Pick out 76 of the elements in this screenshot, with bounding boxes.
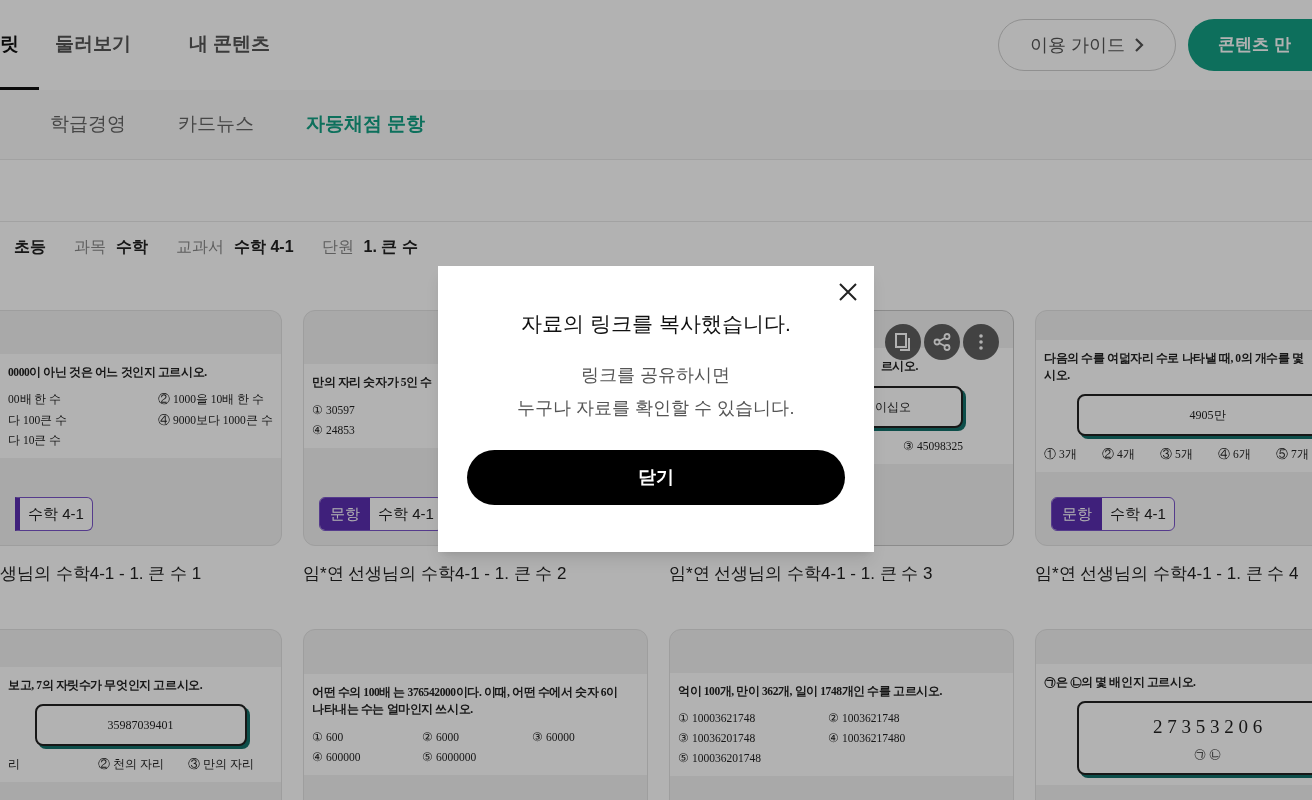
option-text: ② 4개	[1102, 447, 1135, 463]
copy-button[interactable]	[885, 324, 921, 360]
option-text: ① 30597	[312, 402, 355, 418]
filter-value: 1. 큰 수	[363, 237, 418, 257]
question-text: 나타내는 수는 얼마인지 쓰시오.	[312, 702, 473, 718]
question-text: 억이 100개, 만이 362개, 일이 1748개인 수를 고르시오.	[678, 683, 942, 699]
option-text: ④ 24853	[312, 422, 355, 438]
option-text: 다 10큰 수	[8, 432, 62, 448]
dialog-message: 누구나 자료를 확인할 수 있습니다.	[517, 396, 795, 420]
option-text: ④ 6개	[1218, 447, 1251, 463]
subject-label: 수학 4-1	[377, 503, 435, 524]
card-title[interactable]: 임*연 선생님의 수학4-1 - 1. 큰 수 4	[1035, 561, 1312, 587]
option-text: ⑤ 100036201748	[678, 751, 761, 767]
option-text: ① 10003621748	[678, 711, 756, 726]
close-dialog-button[interactable]: 닫기	[467, 449, 845, 505]
share-button[interactable]	[924, 324, 960, 360]
box-text: 35987039401	[107, 717, 174, 735]
nav-tab[interactable]: 둘러보기	[55, 0, 131, 90]
option-text: ① 3개	[1044, 447, 1077, 463]
close-icon	[839, 283, 857, 301]
copy-icon	[894, 332, 912, 352]
filter-value: 초등	[14, 237, 46, 257]
option-text: ② 1003621748	[828, 711, 900, 726]
option-text: ⑤ 7개	[1276, 447, 1309, 463]
option-text: ④ 10036217480	[828, 731, 906, 747]
more-icon	[979, 334, 983, 350]
question-text: 르시오.	[880, 359, 918, 375]
subject-label: 수학 4-1	[1109, 503, 1167, 524]
sub-tab[interactable]: 학급경영	[50, 110, 126, 139]
guide-button[interactable]: 이용 가이드	[998, 19, 1176, 71]
filter-label: 교과서	[176, 237, 224, 257]
question-text: 보고, 7의 자릿수가 무엇인지 고르시오.	[8, 677, 203, 693]
chevron-right-icon	[1133, 37, 1144, 53]
filter-value: 수학 4-1	[234, 237, 294, 257]
option-text: ② 천의 자리	[98, 757, 164, 773]
filter-label: 단원	[321, 237, 354, 257]
option-text: ③ 45098325	[903, 438, 963, 454]
card-title[interactable]: 임*연 선생님의 수학4-1 - 1. 큰 수 3	[669, 561, 1014, 587]
option-text: 00배 한 수	[8, 392, 62, 408]
question-text: 어떤 수의 100배 는 376542000이다. 이때, 어떤 수에서 숫자 6이	[312, 685, 618, 701]
box-text: ㉠ ㉡	[1194, 746, 1221, 764]
create-content-button[interactable]: 콘텐츠 만	[1188, 19, 1312, 71]
dialog-title: 자료의 링크를 복사했습니다.	[521, 311, 791, 337]
option-text: ⑤ 6000000	[422, 749, 477, 765]
option-text: ② 1000을 10배 한 수	[158, 392, 264, 408]
box-text: 이십오	[875, 398, 911, 416]
option-text: ① 600	[312, 729, 344, 745]
question-text: 0000이 아닌 것은 어느 것인지 고르시오.	[8, 365, 207, 381]
more-button[interactable]	[963, 324, 999, 360]
subject-label: 수학 4-1	[27, 503, 85, 524]
option-text: ③ 만의 자리	[188, 757, 254, 773]
box-text: 2 7 3 5 3 2 0 6	[1152, 714, 1263, 739]
option-text: ④ 9000보다 1000큰 수	[158, 412, 273, 428]
question-text: 시오.	[1044, 367, 1070, 383]
dialog-message: 링크를 공유하시면	[581, 363, 731, 387]
filter-value: 수학	[116, 237, 148, 257]
option-text: ③ 5개	[1160, 447, 1193, 463]
option-text: ③ 10036201748	[678, 731, 756, 747]
card-title[interactable]: 생님의 수학4-1 - 1. 큰 수 1	[0, 561, 282, 587]
option-text: 다 100큰 수	[8, 412, 67, 428]
option-text: ③ 60000	[532, 729, 575, 745]
sub-tab[interactable]: 카드뉴스	[178, 110, 254, 139]
option-text: ④ 600000	[312, 749, 361, 765]
question-text: ㉠은 ㉡의 몇 배인지 고르시오.	[1044, 674, 1196, 690]
filter-label: 과목	[74, 237, 106, 257]
option-text: ② 6000	[422, 729, 459, 745]
share-icon	[933, 333, 951, 351]
box-text: 4905만	[1189, 407, 1226, 425]
card-title[interactable]: 임*연 선생님의 수학4-1 - 1. 큰 수 2	[303, 561, 648, 587]
type-badge: 문항	[1052, 498, 1102, 530]
sub-tab[interactable]: 자동채점 문항	[306, 110, 426, 139]
question-text: 만의 자리 숫자가 5인 수	[312, 375, 432, 391]
question-text: 다음의 수를 여덟자리 수로 나타낼 때, 0의 개수를 몇	[1044, 350, 1304, 366]
type-badge: 문항	[320, 498, 370, 530]
nav-tab[interactable]: 내 콘텐츠	[189, 0, 271, 90]
option-text: 리	[8, 757, 20, 773]
